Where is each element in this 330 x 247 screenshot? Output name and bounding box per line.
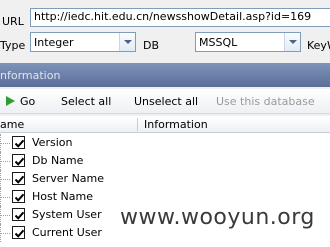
chevron-down-icon[interactable] bbox=[284, 33, 300, 51]
checkmark-icon bbox=[14, 211, 25, 220]
checkmark-icon bbox=[14, 229, 25, 238]
select-all-button[interactable]: Select all bbox=[61, 95, 111, 108]
row-label: Db Name bbox=[32, 154, 84, 167]
chevron-down-icon[interactable] bbox=[119, 33, 135, 51]
checkmark-icon bbox=[14, 175, 25, 184]
toolbar: Go Select all Unselect all Use this data… bbox=[0, 89, 330, 114]
row-label: Host Name bbox=[32, 190, 93, 203]
go-button[interactable]: Go bbox=[6, 95, 35, 108]
tree-connector bbox=[0, 161, 10, 162]
row-checkbox[interactable] bbox=[12, 190, 25, 203]
type-select[interactable]: Integer bbox=[30, 32, 136, 52]
row-checkbox[interactable] bbox=[12, 226, 25, 239]
tree-connector bbox=[0, 143, 10, 144]
row-label: Version bbox=[32, 136, 73, 149]
url-label: URL bbox=[2, 15, 24, 28]
tree-connector bbox=[0, 215, 10, 216]
table-row[interactable]: Host Name bbox=[0, 188, 330, 206]
keyword-label: KeyW bbox=[307, 39, 330, 52]
checkmark-icon bbox=[14, 139, 25, 148]
row-label: Server Name bbox=[32, 172, 105, 185]
row-checkbox[interactable] bbox=[12, 208, 25, 221]
table-row[interactable]: Version bbox=[0, 134, 330, 152]
row-checkbox[interactable] bbox=[12, 172, 25, 185]
column-header-name[interactable]: ame bbox=[0, 118, 138, 131]
checkmark-icon bbox=[14, 157, 25, 166]
watermark-text: www.wooyun.org bbox=[120, 205, 315, 230]
grid-header: ame Information bbox=[0, 116, 330, 133]
unselect-all-button[interactable]: Unselect all bbox=[134, 95, 198, 108]
section-title: nformation bbox=[0, 69, 61, 82]
type-select-value: Integer bbox=[34, 36, 74, 49]
column-header-information[interactable]: Information bbox=[144, 118, 208, 131]
type-label: Type bbox=[0, 39, 26, 52]
row-label: System User bbox=[32, 208, 102, 221]
db-select[interactable]: MSSQL bbox=[195, 32, 301, 52]
row-checkbox[interactable] bbox=[12, 154, 25, 167]
tree-connector bbox=[0, 179, 10, 180]
checkmark-icon bbox=[14, 193, 25, 202]
row-checkbox[interactable] bbox=[12, 136, 25, 149]
db-select-value: MSSQL bbox=[199, 36, 238, 49]
row-label: Current User bbox=[32, 226, 102, 239]
table-row[interactable]: Db Name bbox=[0, 152, 330, 170]
go-button-label: Go bbox=[20, 95, 36, 108]
url-input[interactable]: http://iedc.hit.edu.cn/newsshowDetail.as… bbox=[30, 8, 330, 27]
information-section-header: nformation bbox=[0, 63, 330, 87]
tree-connector bbox=[0, 233, 10, 234]
table-row[interactable]: Server Name bbox=[0, 170, 330, 188]
play-icon bbox=[6, 96, 15, 106]
tree-connector bbox=[0, 197, 10, 198]
db-label: DB bbox=[143, 39, 160, 52]
use-this-database-button[interactable]: Use this database bbox=[216, 95, 315, 108]
